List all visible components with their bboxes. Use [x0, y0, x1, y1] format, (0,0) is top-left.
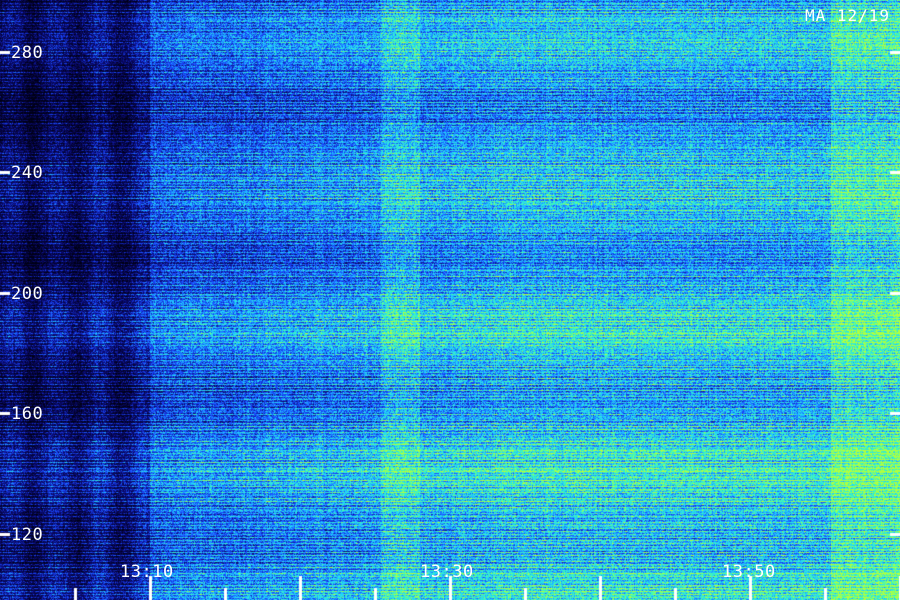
y-tick-label: 280: [11, 43, 44, 63]
x-tick-label: 13:10: [120, 562, 174, 582]
corner-label: MA 12/19: [804, 6, 890, 25]
y-tick-label: 240: [11, 163, 44, 183]
spectrogram-image: [0, 0, 900, 600]
y-tick-label: 200: [11, 284, 44, 304]
y-tick-label: 160: [11, 404, 44, 424]
y-tick-label: 120: [11, 525, 44, 545]
x-tick-label: 13:50: [722, 562, 776, 582]
x-tick-label: 13:30: [420, 562, 474, 582]
